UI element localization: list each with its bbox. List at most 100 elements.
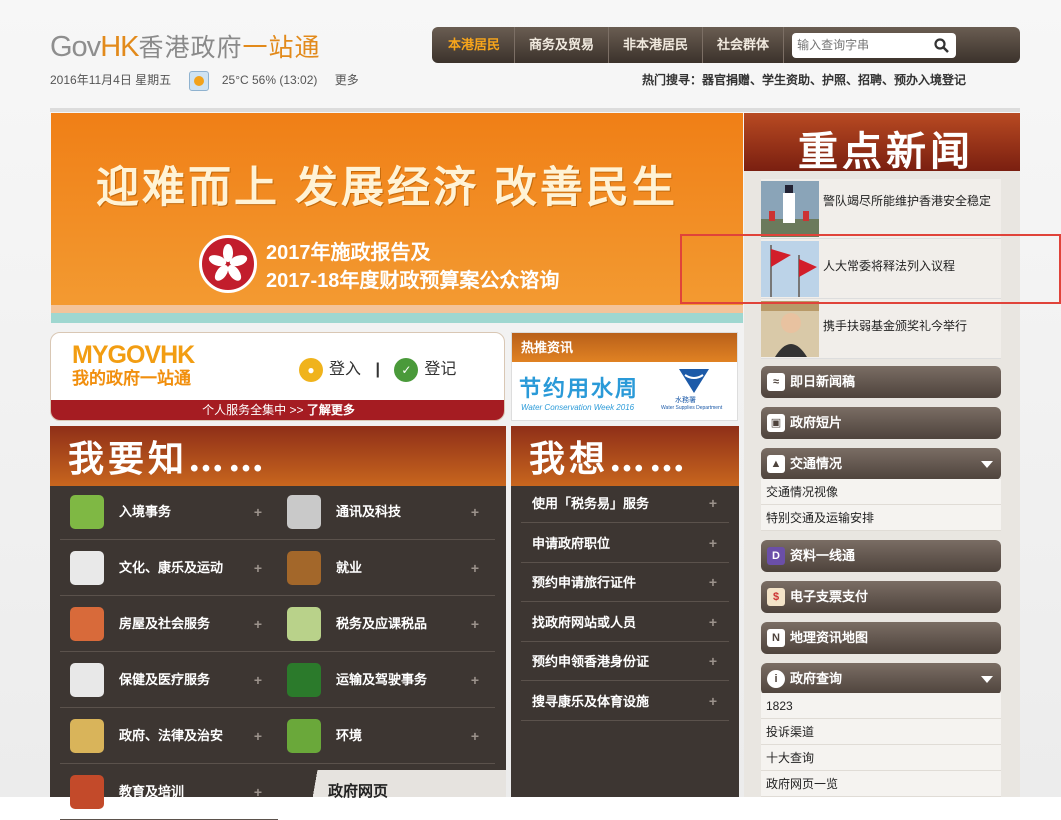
enquiry-link[interactable]: 政府网页一览 xyxy=(761,771,1001,797)
know-item-label: 就业 xyxy=(336,560,363,575)
chevron-down-icon xyxy=(981,676,993,683)
traffic-button[interactable]: ▲ 交通情况 xyxy=(761,448,1001,480)
govhk-logo[interactable]: GovHK香港政府一站通 xyxy=(50,28,321,64)
want-item[interactable]: 申请政府职位 + xyxy=(521,524,729,563)
top-nav: 本港居民 商务及贸易 非本港居民 社会群体 xyxy=(432,27,1020,63)
know-item[interactable]: 政府、法律及治安 + xyxy=(60,708,278,764)
know-item[interactable]: 运输及驾驶事务 + xyxy=(277,652,495,708)
logo-one-text: 一 xyxy=(242,34,269,62)
data-d-icon: D xyxy=(767,547,785,565)
news-header: 重点新闻 xyxy=(744,113,1020,175)
news-sidebar: 重点新闻 警队竭尽所能维护香港安全稳定 人大常委将释法列入议程 携手扶弱基金颁奖… xyxy=(744,113,1020,797)
want-item[interactable]: 预约申领香港身份证 + xyxy=(521,642,729,681)
wifi-icon: ≈ xyxy=(767,373,785,391)
mygovhk-logo[interactable]: MYGOVHK 我的政府一站通 xyxy=(72,341,195,391)
know-item[interactable]: 税务及应课税品 + xyxy=(277,596,495,652)
know-title: 我要知…… xyxy=(50,426,506,486)
login-separator: | xyxy=(375,361,380,378)
want-item[interactable]: 搜寻康乐及体育设施 + xyxy=(521,682,729,721)
data-one-line-button[interactable]: D 资料一线通 xyxy=(761,540,1001,572)
geo-map-button[interactable]: N 地理资讯地图 xyxy=(761,622,1001,654)
want-item[interactable]: 找政府网站或人员 + xyxy=(521,603,729,642)
know-item[interactable]: 环境 + xyxy=(277,708,495,764)
register-button[interactable]: ✓ 登记 xyxy=(394,357,457,382)
want-item-label: 使用「税务易」服务 xyxy=(532,496,650,511)
know-item[interactable]: 通讯及科技 + xyxy=(277,484,495,540)
instant-news-button[interactable]: ≈ 即日新闻稿 xyxy=(761,366,1001,398)
mygovhk-logo-cn: 我的政府一站通 xyxy=(72,369,191,388)
enquiry-link[interactable]: 十大查询 xyxy=(761,745,1001,771)
water-conservation-banner[interactable]: 节约用水周 Water Conservation Week 2016 水務署 W… xyxy=(517,365,731,417)
news-item[interactable]: 携手扶弱基金颁奖礼今举行 xyxy=(761,299,1001,359)
education-icon xyxy=(70,775,104,809)
medical-box-icon xyxy=(70,663,104,697)
expand-plus-icon: + xyxy=(253,728,262,744)
know-item[interactable]: 入境事务 + xyxy=(60,484,278,540)
house-icon xyxy=(70,607,104,641)
enquiry-button[interactable]: i 政府查询 xyxy=(761,663,1001,695)
date-weather-line: 2016年11月4日 星期五 25°C 56% (13:02) 更多 xyxy=(50,71,359,91)
weather-more-link[interactable]: 更多 xyxy=(335,73,359,87)
epay-button[interactable]: $ 电子支票支付 xyxy=(761,581,1001,613)
know-item-label: 教育及培训 xyxy=(119,784,185,799)
expand-plus-icon: + xyxy=(253,784,262,800)
wsd-logo-icon xyxy=(679,369,709,393)
date-text: 2016年11月4日 星期五 xyxy=(50,73,172,88)
banner-subtitle: 2017年施政报告及 2017-18年度财政预算案公众谘询 xyxy=(266,239,559,295)
logo-hk-text: HK xyxy=(100,31,139,63)
logo-gov-text: Gov xyxy=(50,31,101,63)
gov-video-button[interactable]: ▣ 政府短片 xyxy=(761,407,1001,439)
policy-banner[interactable]: 迎难而上 发展经济 改善民生 2017年施政报告及 2017-18年度财政预算案… xyxy=(51,113,743,305)
search-input[interactable] xyxy=(792,32,925,58)
traffic-light-icon xyxy=(287,663,321,697)
hot-search-links[interactable]: 器官捐赠、学生资助、护照、招聘、预办入境登记 xyxy=(702,73,966,87)
gov-video-label: 政府短片 xyxy=(790,415,843,430)
news-thumb-award xyxy=(761,301,819,357)
search-icon[interactable] xyxy=(933,37,950,54)
news-item[interactable]: 警队竭尽所能维护香港安全稳定 xyxy=(761,179,1001,239)
info-icon: i xyxy=(767,670,785,688)
tab-non-residents[interactable]: 非本港居民 xyxy=(609,27,704,63)
know-item-label: 运输及驾驶事务 xyxy=(336,672,428,687)
know-item-label: 政府、法律及治安 xyxy=(119,728,224,743)
mygovhk-logo-text: MYGOVHK xyxy=(72,341,195,369)
tab-residents[interactable]: 本港居民 xyxy=(434,27,516,63)
featured-info-panel: 热推资讯 节约用水周 Water Conservation Week 2016 … xyxy=(511,332,738,421)
know-item[interactable]: 文化、康乐及运动 + xyxy=(60,540,278,596)
know-item[interactable]: 房屋及社会服务 + xyxy=(60,596,278,652)
geo-map-label: 地理资讯地图 xyxy=(790,630,869,645)
traffic-link[interactable]: 交通情况视像 xyxy=(761,479,1001,505)
know-item[interactable]: 教育及培训 + xyxy=(60,764,278,820)
know-item[interactable]: 保健及医疗服务 + xyxy=(60,652,278,708)
enquiry-link[interactable]: 1823 xyxy=(761,693,1001,719)
gov-web-label: 政府网页 xyxy=(328,783,389,800)
mygovhk-bar-text: 个人服务全集中 >> xyxy=(202,403,307,417)
want-item[interactable]: 使用「税务易」服务 + xyxy=(521,484,729,523)
featured-info-title: 热推资讯 xyxy=(512,333,737,362)
lock-icon: ● xyxy=(299,357,323,382)
expand-plus-icon: + xyxy=(708,613,717,630)
enquiry-link[interactable]: 投诉渠道 xyxy=(761,719,1001,745)
know-item-label: 房屋及社会服务 xyxy=(119,616,211,631)
hksar-emblem-icon xyxy=(199,235,257,293)
traffic-link[interactable]: 特别交通及运输安排 xyxy=(761,505,1001,531)
logo-tail-text: 站通 xyxy=(268,34,321,62)
banner-title: 迎难而上 发展经济 改善民生 xyxy=(96,164,678,212)
login-button[interactable]: ● 登入 xyxy=(299,357,361,382)
water-cn-title: 节约用水周 xyxy=(519,376,640,401)
gov-web-tab[interactable]: 政府网页 xyxy=(296,770,506,800)
tab-communities[interactable]: 社会群体 xyxy=(703,27,785,63)
expand-plus-icon: + xyxy=(470,672,479,688)
know-item[interactable]: 就业 + xyxy=(277,540,495,596)
expand-plus-icon: + xyxy=(708,495,717,511)
tax-icon xyxy=(287,607,321,641)
want-item[interactable]: 预约申请旅行证件 + xyxy=(521,563,729,602)
expand-plus-icon: + xyxy=(470,728,479,744)
sun-weather-icon xyxy=(188,71,209,91)
learn-more-link[interactable]: 了解更多 xyxy=(307,403,355,417)
tab-business[interactable]: 商务及贸易 xyxy=(515,27,610,63)
water-en-title: Water Conservation Week 2016 xyxy=(521,403,635,412)
chevron-down-icon xyxy=(981,461,993,468)
register-label: 登记 xyxy=(424,361,457,378)
data-one-line-label: 资料一线通 xyxy=(790,548,856,563)
